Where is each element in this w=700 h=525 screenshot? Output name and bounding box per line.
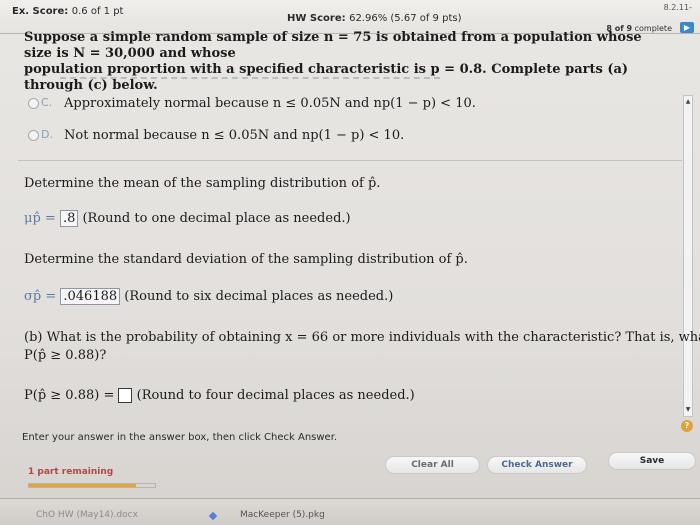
option-text: Not normal because n ≤ 0.05N and np(1 − … [64,128,405,143]
scroll-up-arrow-icon[interactable]: ▲ [684,96,692,108]
part-b-answer-row: P(p̂ ≥ 0.88) = (Round to four decimal pl… [24,388,415,403]
check-answer-button[interactable]: Check Answer [487,456,587,474]
forward-icon[interactable]: ▶ [680,22,694,33]
stdev-answer-field[interactable]: .046188 [60,288,121,305]
help-icon[interactable]: ? [681,420,693,432]
scroll-down-arrow-icon[interactable]: ▼ [684,404,692,416]
parts-remaining: 1 part remaining [28,467,114,477]
radio-button[interactable] [28,98,39,109]
part-b-question-line-1: (b) What is the probability of obtaining… [24,330,700,345]
homework-score-label: HW Score: [287,13,346,24]
stdev-prompt: Determine the standard deviation of the … [24,252,468,267]
radio-button[interactable] [28,130,39,141]
exercise-score-label: Ex. Score: [12,6,69,17]
parts-progress-bar [28,483,156,488]
option-letter: C. [41,96,53,109]
parts-progress-fill [29,484,137,487]
app-screen: Ex. Score: 0.6 of 1 pt HW Score: 62.96% … [0,0,700,525]
version-label: 8.2.11- [663,3,692,12]
stdev-answer-row: σp̂ = .046188 (Round to six decimal plac… [24,288,393,305]
question-line-1: Suppose a simple random sample of size n… [24,30,642,61]
package-icon [208,511,218,521]
score-header: Ex. Score: 0.6 of 1 pt HW Score: 62.96% … [0,0,700,34]
mean-rounding-hint: (Round to one decimal place as needed.) [82,211,351,226]
mean-answer-field[interactable]: .8 [59,210,79,227]
downloads-bar: ChO HW (May14).docx MacKeeper (5).pkg [0,498,700,525]
part-b-rounding-hint: (Round to four decimal places as needed.… [136,388,415,403]
clipped-option-divider [60,77,440,79]
mean-symbol: μp̂ = [24,211,56,226]
exercise-score: Ex. Score: 0.6 of 1 pt [12,6,123,17]
section-divider [18,160,682,161]
mean-answer-row: μp̂ = .8 (Round to one decimal place as … [24,210,351,227]
scrollbar[interactable]: ▲ ▼ [683,95,693,417]
part-b-question-line-2: P(p̂ ≥ 0.88)? [24,348,107,363]
option-letter: D. [41,128,53,141]
probability-answer-field[interactable] [118,388,133,403]
question-statement: Suppose a simple random sample of size n… [24,30,674,94]
download-item[interactable]: ChO HW (May14).docx [36,510,138,520]
download-item[interactable]: MacKeeper (5).pkg [240,510,325,520]
clear-all-button[interactable]: Clear All [385,456,480,474]
stdev-rounding-hint: (Round to six decimal places as needed.) [124,289,394,304]
homework-score: HW Score: 62.96% (5.67 of 9 pts) [287,13,461,24]
instruction-text: Enter your answer in the answer box, the… [22,432,338,443]
homework-score-value: 62.96% (5.67 of 9 pts) [349,13,462,24]
exercise-score-value: 0.6 of 1 pt [71,6,124,17]
option-text: Approximately normal because n ≤ 0.05N a… [64,96,476,111]
part-b-answer-label: P(p̂ ≥ 0.88) = [24,388,115,403]
save-button[interactable]: Save [608,452,696,470]
stdev-symbol: σp̂ = [24,289,57,304]
mean-prompt: Determine the mean of the sampling distr… [24,176,381,191]
